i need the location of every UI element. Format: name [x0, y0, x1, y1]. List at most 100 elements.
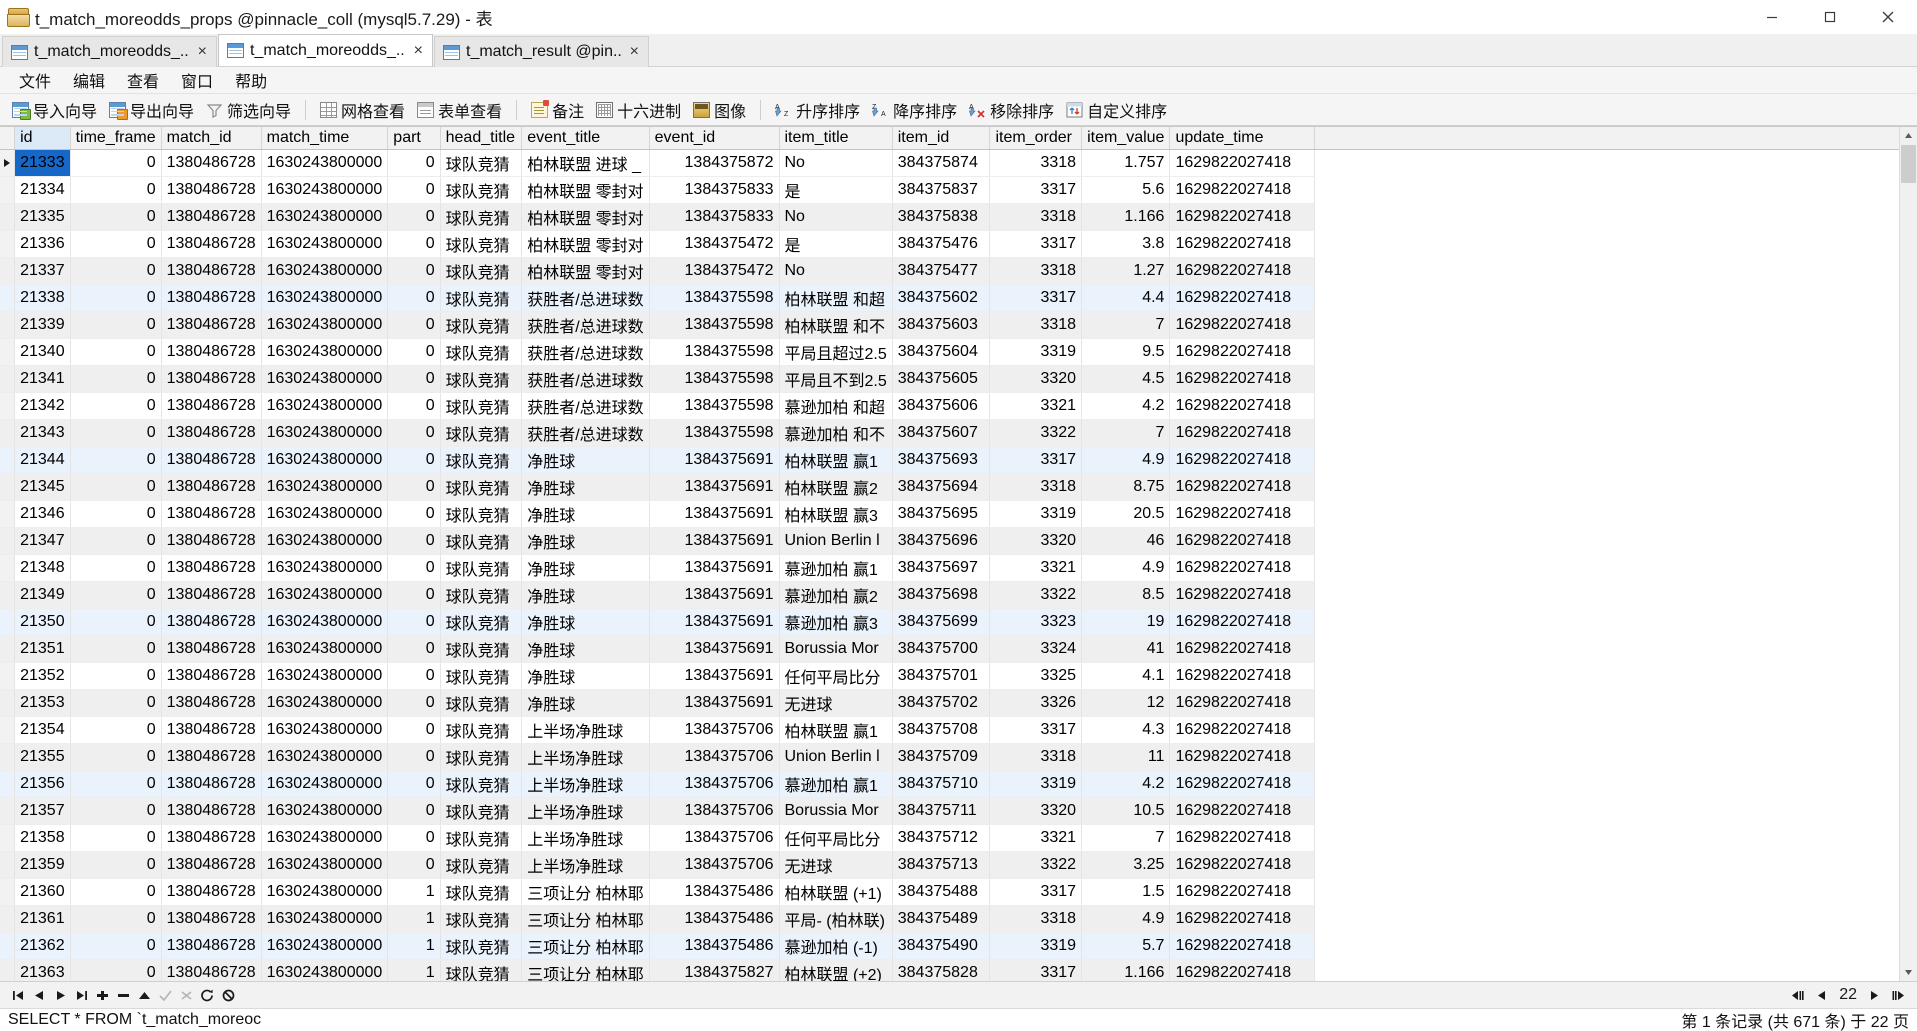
cell-item_id[interactable]: 384375488 [892, 878, 991, 906]
cell-time_frame[interactable]: 0 [70, 932, 162, 960]
cell-item_value[interactable]: 3.25 [1081, 851, 1171, 879]
table-row[interactable]: 21341 0 1380486728 1630243800000 0 球队竞猜 获胜者/总进… [0, 365, 1899, 393]
cell-match_time[interactable]: 1630243800000 [261, 689, 389, 717]
export-wizard-button[interactable]: 导出向导 [103, 97, 200, 122]
cell-event_title[interactable]: 上半场净胜球 [521, 797, 650, 825]
cell-id[interactable]: 21349 [14, 581, 71, 609]
table-row[interactable]: 21335 0 1380486728 1630243800000 0 球队竞猜 柏林联盟 零… [0, 203, 1899, 231]
cell-time_frame[interactable]: 0 [70, 851, 162, 879]
cell-part[interactable]: 0 [387, 635, 441, 663]
table-row[interactable]: 21343 0 1380486728 1630243800000 0 球队竞猜 获胜者/总进… [0, 419, 1899, 447]
cell-item_title[interactable]: 平局且超过2.5 [779, 338, 893, 366]
cell-event_id[interactable]: 1384375691 [649, 581, 780, 609]
cell-head_title[interactable]: 球队竞猜 [440, 392, 523, 420]
cell-event_title[interactable]: 获胜者/总进球数 [521, 311, 650, 339]
column-header-item_value[interactable]: item_value [1081, 127, 1171, 150]
cell-head_title[interactable]: 球队竞猜 [440, 581, 523, 609]
grid-view-button[interactable]: 网格查看 [314, 97, 411, 122]
cell-item_value[interactable]: 4.3 [1081, 716, 1171, 744]
cell-head_title[interactable]: 球队竞猜 [440, 419, 523, 447]
cell-item_id[interactable]: 384375602 [892, 284, 991, 312]
table-row[interactable]: 21358 0 1380486728 1630243800000 0 球队竞猜 上半场净胜球… [0, 824, 1899, 852]
cell-match_id[interactable]: 1380486728 [161, 878, 262, 906]
cell-head_title[interactable]: 球队竞猜 [440, 743, 523, 771]
cell-head_title[interactable]: 球队竞猜 [440, 203, 523, 231]
cell-event_title[interactable]: 净胜球 [521, 662, 650, 690]
cell-match_id[interactable]: 1380486728 [161, 311, 262, 339]
cell-item_id[interactable]: 384375702 [892, 689, 991, 717]
cell-match_time[interactable]: 1630243800000 [261, 716, 389, 744]
cell-event_title[interactable]: 获胜者/总进球数 [521, 338, 650, 366]
cell-item_title[interactable]: 平局且不到2.5 [779, 365, 893, 393]
menu-view[interactable]: 查看 [116, 65, 170, 95]
cell-match_id[interactable]: 1380486728 [161, 716, 262, 744]
cell-item_order[interactable]: 3325 [989, 662, 1083, 690]
cell-event_id[interactable]: 1384375598 [649, 338, 780, 366]
cell-update_time[interactable]: 1629822027418 [1169, 716, 1315, 744]
cell-update_time[interactable]: 1629822027418 [1169, 824, 1315, 852]
cell-update_time[interactable]: 1629822027418 [1169, 500, 1315, 528]
cell-head_title[interactable]: 球队竞猜 [440, 959, 523, 981]
cell-event_title[interactable]: 净胜球 [521, 554, 650, 582]
cell-part[interactable]: 0 [387, 446, 441, 474]
cell-item_order[interactable]: 3322 [989, 851, 1083, 879]
cell-event_id[interactable]: 1384375691 [649, 527, 780, 555]
cell-item_title[interactable]: 是 [779, 176, 893, 204]
row-gutter-cell[interactable] [0, 716, 16, 744]
menu-file[interactable]: 文件 [8, 65, 62, 95]
last-record-button[interactable] [71, 985, 92, 1006]
cell-id[interactable]: 21334 [14, 176, 71, 204]
cell-match_time[interactable]: 1630243800000 [261, 905, 389, 933]
cell-item_title[interactable]: 柏林联盟 赢3 [779, 500, 893, 528]
cell-item_title[interactable]: No [779, 149, 893, 177]
cell-event_id[interactable]: 1384375706 [649, 797, 780, 825]
cell-event_id[interactable]: 1384375691 [649, 689, 780, 717]
row-gutter-cell[interactable] [0, 905, 16, 933]
row-gutter-cell[interactable] [0, 230, 16, 258]
cell-head_title[interactable]: 球队竞猜 [440, 851, 523, 879]
cell-part[interactable]: 0 [387, 473, 441, 501]
cell-item_id[interactable]: 384375701 [892, 662, 991, 690]
cell-time_frame[interactable]: 0 [70, 500, 162, 528]
cell-match_id[interactable]: 1380486728 [161, 527, 262, 555]
cell-update_time[interactable]: 1629822027418 [1169, 770, 1315, 798]
cell-item_title[interactable]: 慕逊加柏 赢2 [779, 581, 893, 609]
table-row[interactable]: 21337 0 1380486728 1630243800000 0 球队竞猜 柏林联盟 零… [0, 257, 1899, 285]
cell-match_id[interactable]: 1380486728 [161, 446, 262, 474]
cell-item_value[interactable]: 9.5 [1081, 338, 1171, 366]
cell-update_time[interactable]: 1629822027418 [1169, 581, 1315, 609]
cell-event_id[interactable]: 1384375486 [649, 878, 780, 906]
cell-update_time[interactable]: 1629822027418 [1169, 257, 1315, 285]
cell-part[interactable]: 0 [387, 257, 441, 285]
next-record-button[interactable] [50, 985, 71, 1006]
cell-time_frame[interactable]: 0 [70, 554, 162, 582]
cell-head_title[interactable]: 球队竞猜 [440, 797, 523, 825]
cell-event_title[interactable]: 上半场净胜球 [521, 770, 650, 798]
cell-item_id[interactable]: 384375828 [892, 959, 991, 981]
cell-item_value[interactable]: 5.7 [1081, 932, 1171, 960]
cell-time_frame[interactable]: 0 [70, 689, 162, 717]
cell-time_frame[interactable]: 0 [70, 959, 162, 981]
cell-part[interactable]: 1 [387, 878, 441, 906]
cell-item_id[interactable]: 384375837 [892, 176, 991, 204]
row-gutter-cell[interactable] [0, 365, 16, 393]
cell-item_id[interactable]: 384375696 [892, 527, 991, 555]
last-page-button[interactable] [1888, 985, 1909, 1006]
cell-event_id[interactable]: 1384375706 [649, 851, 780, 879]
cell-time_frame[interactable]: 0 [70, 878, 162, 906]
row-gutter-cell[interactable] [0, 797, 16, 825]
table-row[interactable]: 21336 0 1380486728 1630243800000 0 球队竞猜 柏林联盟 零… [0, 230, 1899, 258]
cell-match_time[interactable]: 1630243800000 [261, 473, 389, 501]
cell-item_order[interactable]: 3317 [989, 284, 1083, 312]
cell-match_time[interactable]: 1630243800000 [261, 392, 389, 420]
cell-match_id[interactable]: 1380486728 [161, 905, 262, 933]
cell-match_id[interactable]: 1380486728 [161, 203, 262, 231]
cell-id[interactable]: 21358 [14, 824, 71, 852]
cell-event_title[interactable]: 上半场净胜球 [521, 851, 650, 879]
menu-help[interactable]: 帮助 [224, 65, 278, 95]
cell-time_frame[interactable]: 0 [70, 284, 162, 312]
cell-item_order[interactable]: 3324 [989, 635, 1083, 663]
cell-match_id[interactable]: 1380486728 [161, 932, 262, 960]
cell-match_time[interactable]: 1630243800000 [261, 500, 389, 528]
cell-event_id[interactable]: 1384375598 [649, 284, 780, 312]
